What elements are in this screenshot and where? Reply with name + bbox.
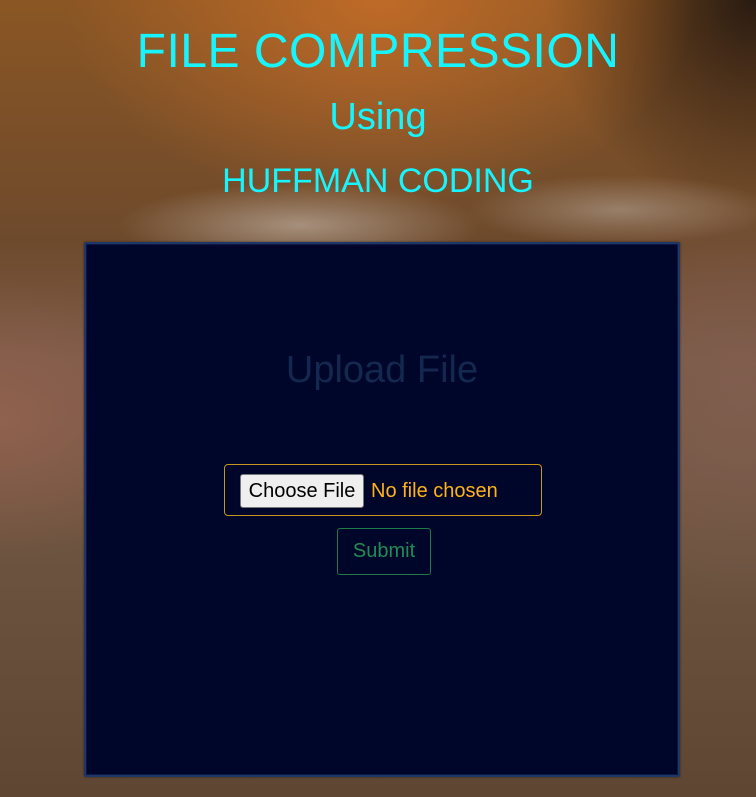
choose-file-button[interactable]: Choose File — [240, 474, 364, 508]
file-status-text: No file chosen — [371, 480, 498, 502]
upload-heading: Upload File — [285, 349, 479, 391]
page-subtitle: Using — [329, 96, 427, 138]
page-title: FILE COMPRESSION — [136, 25, 620, 78]
file-input[interactable]: Choose File No file chosen — [224, 464, 542, 516]
upload-panel: Upload File Choose File No file chosen S… — [84, 242, 680, 777]
method-heading: HUFFMAN CODING — [222, 162, 534, 200]
submit-button[interactable]: Submit — [337, 528, 431, 575]
